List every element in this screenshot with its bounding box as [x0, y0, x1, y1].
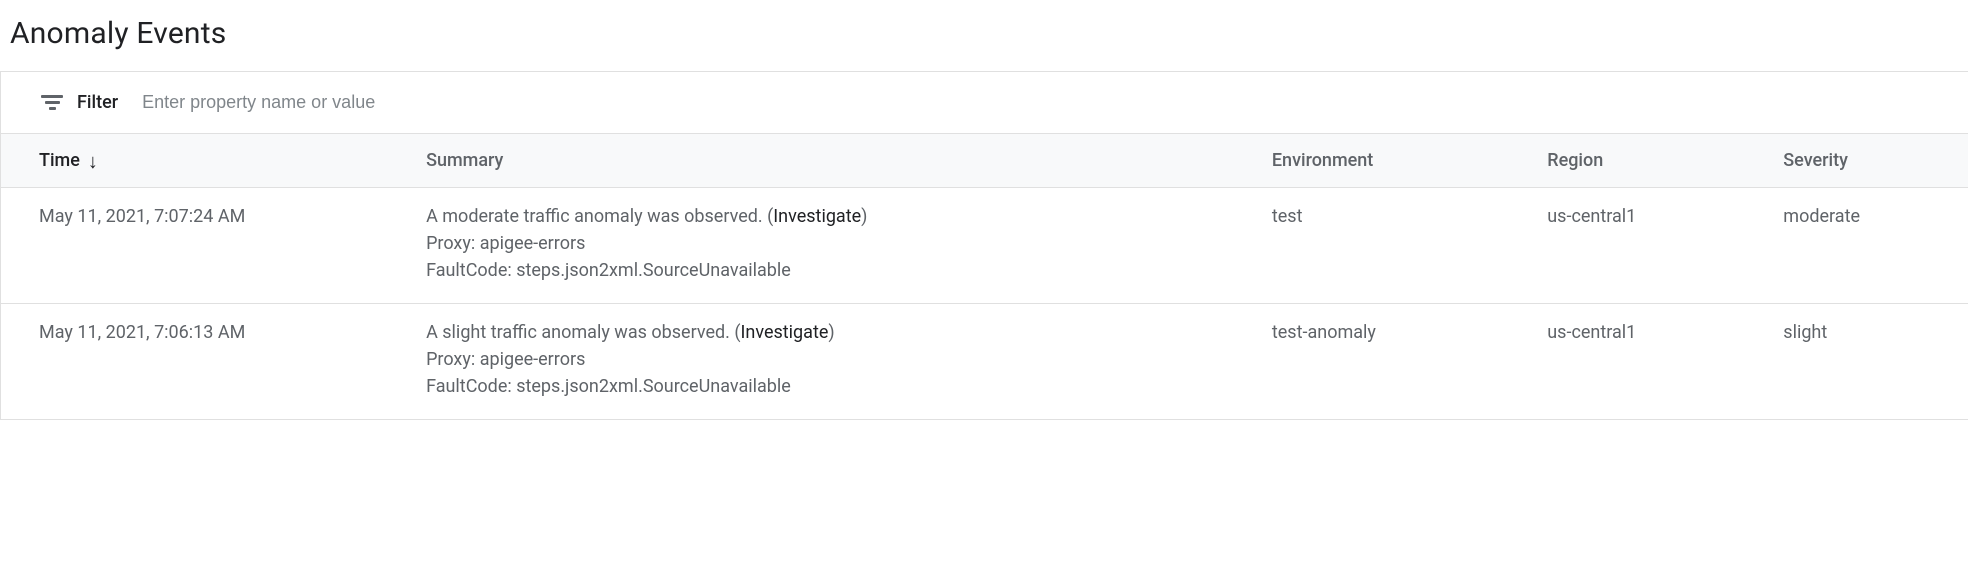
cell-summary: A slight traffic anomaly was observed. (… [414, 304, 1260, 420]
cell-time: May 11, 2021, 7:06:13 AM [1, 304, 414, 420]
column-header-summary[interactable]: Summary [414, 134, 1260, 188]
summary-proxy: Proxy: apigee-errors [426, 233, 1248, 254]
filter-icon [41, 95, 63, 110]
summary-faultcode: FaultCode: steps.json2xml.SourceUnavaila… [426, 260, 1248, 281]
cell-summary: A moderate traffic anomaly was observed.… [414, 188, 1260, 304]
events-table: Time ↓ Summary Environment Region Severi… [1, 133, 1968, 420]
filter-label: Filter [77, 92, 118, 113]
cell-environment: test [1260, 188, 1535, 304]
summary-close: ) [861, 206, 867, 227]
summary-proxy: Proxy: apigee-errors [426, 349, 1248, 370]
column-header-time-label: Time [39, 150, 80, 171]
cell-time: May 11, 2021, 7:07:24 AM [1, 188, 414, 304]
sort-descending-icon: ↓ [88, 151, 98, 171]
summary-text: A slight traffic anomaly was observed. ( [426, 322, 740, 343]
column-header-region[interactable]: Region [1535, 134, 1771, 188]
cell-region: us-central1 [1535, 304, 1771, 420]
table-row: May 11, 2021, 7:06:13 AM A slight traffi… [1, 304, 1968, 420]
cell-region: us-central1 [1535, 188, 1771, 304]
investigate-link[interactable]: Investigate [741, 322, 829, 343]
events-table-wrapper: Filter Time ↓ Summary [0, 71, 1968, 420]
column-header-severity[interactable]: Severity [1771, 134, 1968, 188]
summary-close: ) [828, 322, 834, 343]
table-row: May 11, 2021, 7:07:24 AM A moderate traf… [1, 188, 1968, 304]
filter-input[interactable] [132, 86, 1928, 119]
table-header-row: Time ↓ Summary Environment Region Severi… [1, 134, 1968, 188]
cell-severity: moderate [1771, 188, 1968, 304]
filter-bar: Filter [1, 72, 1968, 133]
column-header-environment[interactable]: Environment [1260, 134, 1535, 188]
investigate-link[interactable]: Investigate [773, 206, 861, 227]
cell-severity: slight [1771, 304, 1968, 420]
summary-faultcode: FaultCode: steps.json2xml.SourceUnavaila… [426, 376, 1248, 397]
column-header-time[interactable]: Time ↓ [1, 134, 414, 188]
cell-environment: test-anomaly [1260, 304, 1535, 420]
summary-text: A moderate traffic anomaly was observed.… [426, 206, 773, 227]
page-title: Anomaly Events [0, 0, 1968, 71]
